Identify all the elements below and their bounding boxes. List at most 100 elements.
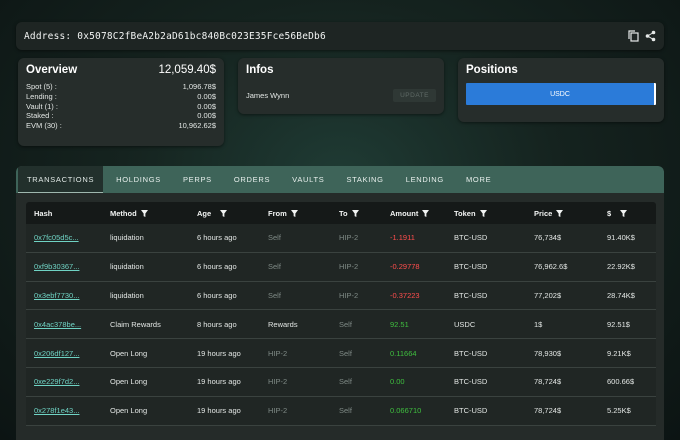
tx-amount: 92.51 <box>390 319 409 329</box>
tx-amount: -0.37223 <box>390 290 420 300</box>
tx-price: 78,724$ <box>534 377 562 387</box>
filter-icon[interactable] <box>290 209 298 217</box>
tx-to: Self <box>339 406 352 416</box>
tx-amount: 0.066710 <box>390 406 422 416</box>
tx-token: BTC-USD <box>454 377 488 387</box>
overview-row: Vault (1) : 0.00$ <box>26 102 216 112</box>
table-row[interactable]: 0x4ac378be... Claim Rewards 8 hours ago … <box>26 310 656 340</box>
tx-price: 78,930$ <box>534 348 562 358</box>
overview-title: Overview <box>26 64 78 76</box>
tx-from: Rewards <box>268 319 298 329</box>
tx-hash-link[interactable]: 0x7fc05d5c... <box>34 233 79 242</box>
tx-method: liquidation <box>110 290 144 300</box>
table-row[interactable]: 0x3ebf7730... liquidation 6 hours ago Se… <box>26 281 656 311</box>
column-header: Price <box>534 209 564 218</box>
tx-hash-link[interactable]: 0x278f1e43... <box>34 406 79 415</box>
update-button[interactable]: UPDATE <box>393 89 436 102</box>
tab-orders[interactable]: ORDERS <box>225 166 279 193</box>
table-row[interactable]: 0x206df127... Open Long 19 hours ago HIP… <box>26 339 656 368</box>
transactions-table: Hash Method Age From To Amount Token Price $ 0x7… <box>26 202 656 426</box>
filter-icon[interactable] <box>422 209 430 217</box>
column-header: Age <box>197 208 228 218</box>
tx-method: liquidation <box>110 262 144 272</box>
overview-row-label: Vault (1) : <box>26 101 58 111</box>
tx-token: USDC <box>454 319 476 329</box>
tx-from: HIP-2 <box>268 406 288 416</box>
tx-price: 78,724$ <box>534 406 562 416</box>
tx-hash-link[interactable]: 0x4ac378be... <box>34 320 81 329</box>
column-header: Amount <box>390 209 430 218</box>
overview-row-label: Spot (5) : <box>26 82 57 91</box>
tx-age: 6 hours ago <box>197 262 237 272</box>
tx-from: Self <box>268 233 281 243</box>
tab-holdings[interactable]: HOLDINGS <box>107 166 170 193</box>
tx-to: Self <box>339 348 352 358</box>
tab-perps[interactable]: PERPS <box>174 166 221 193</box>
table-row[interactable]: 0x7fc05d5c... liquidation 6 hours ago Se… <box>26 224 656 253</box>
tab-lending[interactable]: LENDING <box>397 166 453 193</box>
tx-age: 6 hours ago <box>197 233 237 243</box>
overview-row-value: 1,096.78$ <box>182 82 216 91</box>
tx-from: Self <box>268 262 281 272</box>
filter-icon[interactable] <box>479 209 487 217</box>
tx-hash-link[interactable]: 0x206df127... <box>34 349 79 358</box>
tx-price: 76,962.6$ <box>534 262 568 272</box>
tx-price: 1$ <box>534 319 543 329</box>
tab-bar: TRANSACTIONS HOLDINGS PERPS ORDERS VAULTS STA… <box>16 166 664 193</box>
tx-amount: -1.1911 <box>390 233 415 243</box>
positions-card: Positions USDC <box>458 58 664 122</box>
column-header: Hash <box>34 209 52 218</box>
tx-usd-value: 91.40K$ <box>607 233 635 243</box>
tx-to: HIP-2 <box>339 262 359 272</box>
overview-total: 12,059.40$ <box>158 64 216 76</box>
tab-more[interactable]: MORE <box>457 166 500 193</box>
tx-age: 19 hours ago <box>197 377 241 387</box>
tab-vaults[interactable]: VAULTS <box>283 166 333 193</box>
tx-amount: -0.29778 <box>390 262 420 272</box>
filter-icon[interactable] <box>351 209 359 217</box>
filter-icon[interactable] <box>140 209 148 217</box>
tx-method: Open Long <box>110 377 148 387</box>
address-bar: Address: 0x5078C2fBeA2b2aD61bc840Bc023E3… <box>16 22 664 50</box>
overview-row-value: 10,962.62$ <box>178 121 216 131</box>
tx-hash-link[interactable]: 0xf9b30367... <box>34 262 79 271</box>
filter-icon[interactable] <box>556 209 564 217</box>
column-header-label: Hash <box>34 208 53 218</box>
column-header-label: From <box>268 208 287 218</box>
tx-usd-value: 600.66$ <box>607 377 635 387</box>
tx-from: Self <box>268 290 281 300</box>
overview-row-label: Staked : <box>26 111 54 121</box>
copy-icon[interactable] <box>628 30 639 42</box>
overview-row-value: 0.00$ <box>197 111 216 121</box>
tx-age: 8 hours ago <box>197 319 237 329</box>
tx-usd-value: 92.51$ <box>607 319 630 329</box>
tx-hash-link[interactable]: 0x3ebf7730... <box>34 291 79 300</box>
column-header-label: Token <box>454 208 476 218</box>
tx-method: Open Long <box>110 406 148 416</box>
infos-title: Infos <box>246 64 274 76</box>
infos-name: James Wynn <box>246 91 290 100</box>
tx-hash-link[interactable]: 0xe229f7d2... <box>34 377 79 386</box>
tx-token: BTC-USD <box>454 348 488 358</box>
main-panel: TRANSACTIONS HOLDINGS PERPS ORDERS VAULTS STA… <box>16 166 664 440</box>
filter-icon[interactable] <box>620 209 628 217</box>
filter-icon[interactable] <box>220 209 228 217</box>
tx-age: 19 hours ago <box>197 406 241 416</box>
table-row[interactable]: 0xe229f7d2... Open Long 19 hours ago HIP… <box>26 367 656 397</box>
tx-to: HIP-2 <box>339 290 359 300</box>
column-header-label: Age <box>197 208 212 218</box>
table-row[interactable]: 0x278f1e43... Open Long 19 hours ago HIP… <box>26 396 656 426</box>
share-icon[interactable] <box>645 30 656 42</box>
tx-usd-value: 28.74K$ <box>607 290 635 300</box>
column-header: Method <box>110 209 148 218</box>
tab-transactions[interactable]: TRANSACTIONS <box>18 166 104 193</box>
tab-staking[interactable]: STAKING <box>337 166 392 193</box>
column-header-label: $ <box>607 208 612 218</box>
overview-row-value: 0.00$ <box>197 91 216 101</box>
tx-method: Open Long <box>110 348 148 358</box>
tx-usd-value: 22.92K$ <box>607 262 635 272</box>
tx-usd-value: 5.25K$ <box>607 406 631 416</box>
table-row[interactable]: 0xf9b30367... liquidation 6 hours ago Se… <box>26 252 656 282</box>
infos-card: Infos James Wynn UPDATE <box>238 58 444 114</box>
position-bar-usdc[interactable]: USDC <box>466 83 656 105</box>
